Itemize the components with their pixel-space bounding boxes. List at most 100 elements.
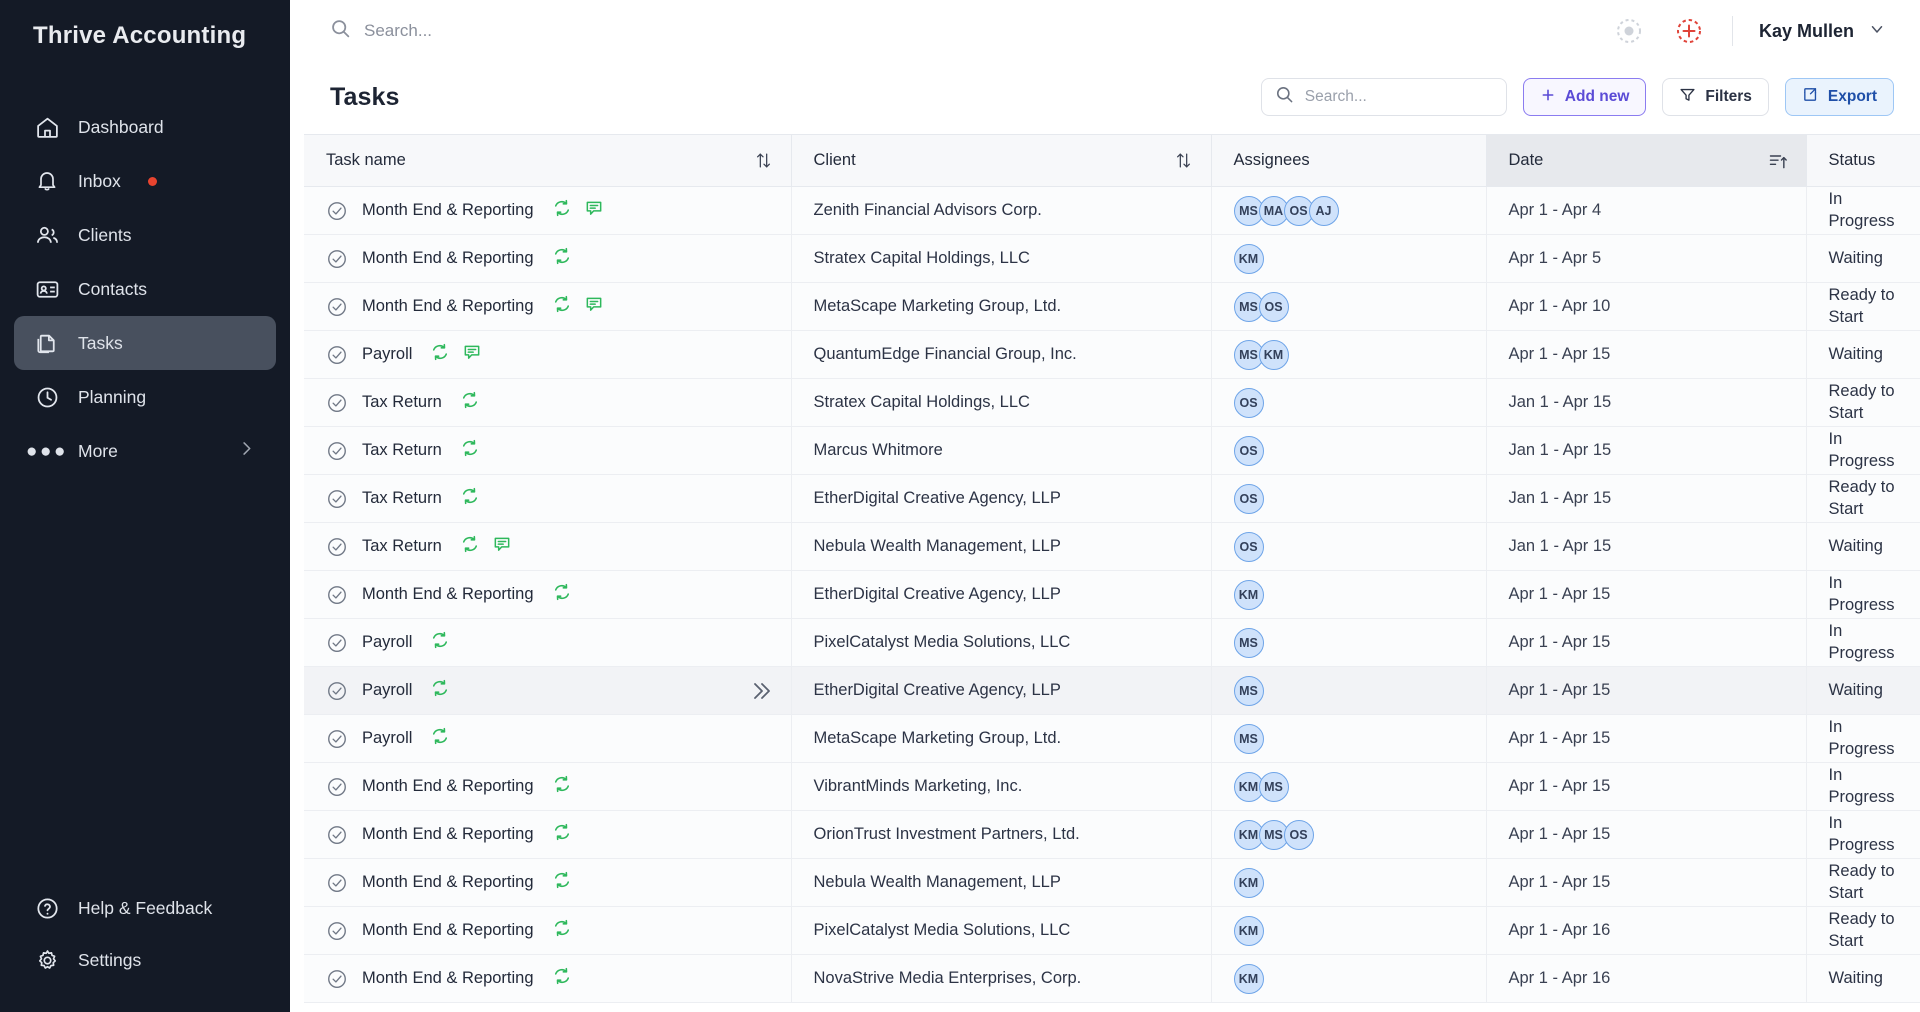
cell-status[interactable]: Waiting: [1806, 666, 1920, 715]
table-row[interactable]: Payroll PixelCatalyst Media Solutions, LL…: [304, 618, 1920, 667]
table-row[interactable]: Month End & Reporting Zenith Financial Ad…: [304, 186, 1920, 235]
cell-assignees[interactable]: OS: [1211, 426, 1487, 475]
avatar[interactable]: KM: [1233, 243, 1264, 274]
dotted-circle-icon[interactable]: [1612, 14, 1646, 48]
table-row[interactable]: Month End & Reporting MetaScape Marketing…: [304, 282, 1920, 331]
cell-assignees[interactable]: OS: [1211, 474, 1487, 523]
column-header-status[interactable]: Status: [1806, 134, 1920, 187]
cell-client[interactable]: EtherDigital Creative Agency, LLP: [791, 570, 1212, 619]
check-circle-icon[interactable]: [326, 392, 348, 414]
cell-date[interactable]: Apr 1 - Apr 16: [1486, 906, 1807, 955]
cell-task-name[interactable]: Month End & Reporting: [304, 570, 792, 619]
double-chevron-right-icon[interactable]: [749, 679, 773, 703]
avatar[interactable]: OS: [1258, 291, 1289, 322]
table-row[interactable]: Month End & Reporting Nebula Wealth Manag…: [304, 858, 1920, 907]
check-circle-icon[interactable]: [326, 584, 348, 606]
table-row[interactable]: Month End & Reporting EtherDigital Creati…: [304, 570, 1920, 619]
cell-client[interactable]: QuantumEdge Financial Group, Inc.: [791, 330, 1212, 379]
cell-assignees[interactable]: MS OS: [1211, 282, 1487, 331]
column-header-task-name[interactable]: Task name: [304, 134, 792, 187]
cell-assignees[interactable]: OS: [1211, 522, 1487, 571]
table-row[interactable]: Month End & Reporting Stratex Capital Hol…: [304, 234, 1920, 283]
cell-status[interactable]: Waiting: [1806, 234, 1920, 283]
avatar[interactable]: KM: [1233, 867, 1264, 898]
tasks-search-input[interactable]: Search...: [1260, 78, 1507, 116]
cell-status[interactable]: In Progress: [1806, 810, 1920, 859]
comment-icon[interactable]: [492, 534, 512, 559]
user-menu[interactable]: Kay Mullen: [1759, 20, 1894, 43]
cell-date[interactable]: Apr 1 - Apr 4: [1486, 186, 1807, 235]
sidebar-item-more[interactable]: ●●● More: [14, 424, 276, 478]
cell-client[interactable]: NovaStrive Media Enterprises, Corp.: [791, 954, 1212, 1003]
cell-status[interactable]: Ready to Start: [1806, 858, 1920, 907]
sort-updown-icon[interactable]: [1174, 151, 1193, 170]
sidebar-item-settings[interactable]: Settings: [14, 934, 276, 986]
cell-assignees[interactable]: KM MS: [1211, 762, 1487, 811]
cell-task-name[interactable]: Month End & Reporting: [304, 954, 792, 1003]
cell-task-name[interactable]: Month End & Reporting: [304, 762, 792, 811]
cell-date[interactable]: Apr 1 - Apr 15: [1486, 618, 1807, 667]
cell-date[interactable]: Apr 1 - Apr 15: [1486, 810, 1807, 859]
cell-task-name[interactable]: Tax Return: [304, 474, 792, 523]
comment-icon[interactable]: [462, 342, 482, 367]
cell-assignees[interactable]: MS: [1211, 714, 1487, 763]
sidebar-item-clients[interactable]: Clients: [14, 208, 276, 262]
check-circle-icon[interactable]: [326, 296, 348, 318]
avatar[interactable]: KM: [1233, 915, 1264, 946]
cell-assignees[interactable]: KM: [1211, 234, 1487, 283]
cell-task-name[interactable]: Tax Return: [304, 378, 792, 427]
avatar[interactable]: OS: [1233, 483, 1264, 514]
cell-assignees[interactable]: MS MA OS AJ: [1211, 186, 1487, 235]
cell-status[interactable]: Ready to Start: [1806, 906, 1920, 955]
sidebar-item-inbox[interactable]: Inbox: [14, 154, 276, 208]
check-circle-icon[interactable]: [326, 344, 348, 366]
cell-status[interactable]: In Progress: [1806, 426, 1920, 475]
comment-icon[interactable]: [584, 294, 604, 319]
cell-task-name[interactable]: Tax Return: [304, 522, 792, 571]
cell-task-name[interactable]: Month End & Reporting: [304, 234, 792, 283]
cell-assignees[interactable]: MS: [1211, 618, 1487, 667]
table-row[interactable]: Tax Return Stratex Capital Holdings, LLC O…: [304, 378, 1920, 427]
cell-status[interactable]: Waiting: [1806, 522, 1920, 571]
table-row[interactable]: Tax Return Marcus Whitmore OS Jan 1 - Apr 1…: [304, 426, 1920, 475]
cell-task-name[interactable]: Tax Return: [304, 426, 792, 475]
check-circle-icon[interactable]: [326, 488, 348, 510]
table-row[interactable]: Tax Return Nebula Wealth Management, LLP O…: [304, 522, 1920, 571]
cell-client[interactable]: Stratex Capital Holdings, LLC: [791, 234, 1212, 283]
cell-client[interactable]: VibrantMinds Marketing, Inc.: [791, 762, 1212, 811]
cell-date[interactable]: Jan 1 - Apr 15: [1486, 378, 1807, 427]
cell-date[interactable]: Apr 1 - Apr 15: [1486, 858, 1807, 907]
cell-client[interactable]: OrionTrust Investment Partners, Ltd.: [791, 810, 1212, 859]
table-row[interactable]: Month End & Reporting OrionTrust Investme…: [304, 810, 1920, 859]
cell-date[interactable]: Jan 1 - Apr 15: [1486, 426, 1807, 475]
table-row[interactable]: Month End & Reporting PixelCatalyst Media…: [304, 906, 1920, 955]
check-circle-icon[interactable]: [326, 536, 348, 558]
avatar[interactable]: MS: [1233, 723, 1264, 754]
cell-status[interactable]: Waiting: [1806, 954, 1920, 1003]
cell-status[interactable]: In Progress: [1806, 618, 1920, 667]
cell-task-name[interactable]: Month End & Reporting: [304, 810, 792, 859]
table-row[interactable]: Month End & Reporting NovaStrive Media En…: [304, 954, 1920, 1003]
cell-status[interactable]: In Progress: [1806, 186, 1920, 235]
sort-ascending-icon[interactable]: [1768, 151, 1788, 171]
avatar[interactable]: AJ: [1308, 195, 1339, 226]
cell-date[interactable]: Apr 1 - Apr 15: [1486, 330, 1807, 379]
cell-assignees[interactable]: KM: [1211, 906, 1487, 955]
cell-task-name[interactable]: Payroll: [304, 666, 792, 715]
cell-client[interactable]: PixelCatalyst Media Solutions, LLC: [791, 906, 1212, 955]
check-circle-icon[interactable]: [326, 728, 348, 750]
check-circle-icon[interactable]: [326, 776, 348, 798]
cell-date[interactable]: Apr 1 - Apr 15: [1486, 666, 1807, 715]
avatar[interactable]: MS: [1233, 675, 1264, 706]
cell-task-name[interactable]: Month End & Reporting: [304, 186, 792, 235]
check-circle-icon[interactable]: [326, 440, 348, 462]
cell-date[interactable]: Apr 1 - Apr 15: [1486, 570, 1807, 619]
global-search[interactable]: Search...: [330, 18, 432, 44]
dashed-plus-circle-icon[interactable]: [1672, 14, 1706, 48]
avatar[interactable]: MS: [1258, 771, 1289, 802]
cell-client[interactable]: Marcus Whitmore: [791, 426, 1212, 475]
cell-task-name[interactable]: Month End & Reporting: [304, 906, 792, 955]
table-row[interactable]: Tax Return EtherDigital Creative Agency, …: [304, 474, 1920, 523]
avatar[interactable]: OS: [1233, 387, 1264, 418]
cell-client[interactable]: Nebula Wealth Management, LLP: [791, 858, 1212, 907]
